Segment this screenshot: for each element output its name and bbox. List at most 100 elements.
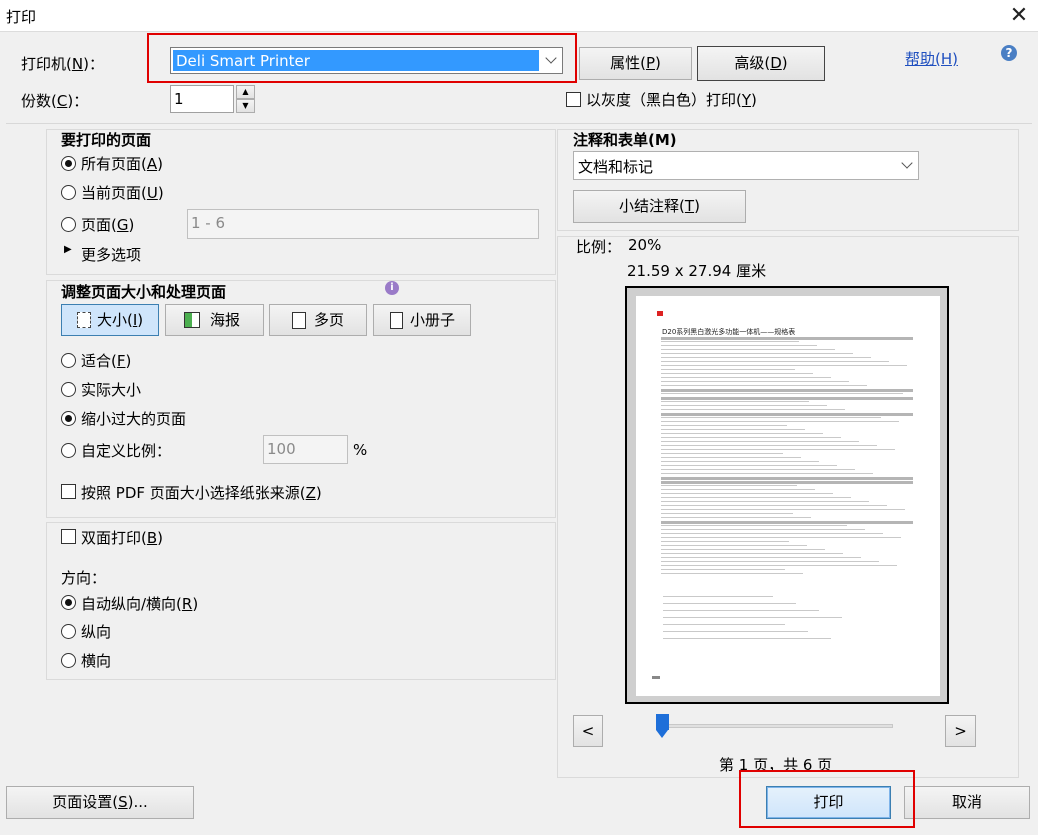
doc-table-line xyxy=(661,417,881,418)
divider xyxy=(6,123,1032,124)
size-page-icon xyxy=(77,312,91,328)
paper-source-checkbox[interactable] xyxy=(61,484,76,499)
page-range-label: 页面(G) xyxy=(81,216,135,234)
doc-table-line xyxy=(661,409,845,410)
page-range-input[interactable]: 1 - 6 xyxy=(187,209,539,239)
doc-table-line xyxy=(661,353,853,354)
doc-table-line xyxy=(661,381,849,382)
title-bar: 打印 ✕ xyxy=(0,0,1038,32)
next-page-button[interactable]: > xyxy=(945,715,976,747)
page-slider-thumb[interactable] xyxy=(656,714,669,739)
doc-footnotes xyxy=(663,596,863,646)
grayscale-checkbox[interactable] xyxy=(566,92,581,107)
help-link[interactable]: 帮助(H) xyxy=(905,48,958,69)
tab-multiple-label: 多页 xyxy=(314,311,345,329)
doc-footnote-line xyxy=(663,603,796,604)
prev-page-button[interactable]: < xyxy=(573,715,603,747)
summarize-comments-button[interactable]: 小结注释(T) xyxy=(573,190,746,223)
copies-value: 1 xyxy=(174,90,184,108)
comments-heading: 注释和表单(M) xyxy=(573,131,677,149)
doc-footnote-line xyxy=(663,638,831,639)
doc-table-line xyxy=(661,513,793,514)
doc-table-line xyxy=(661,449,895,450)
duplex-checkbox[interactable] xyxy=(61,529,76,544)
doc-table-line xyxy=(661,369,795,370)
cancel-button[interactable]: 取消 xyxy=(904,786,1030,819)
page-setup-button[interactable]: 页面设置(S)... xyxy=(6,786,194,819)
doc-table-line xyxy=(661,357,871,358)
doc-table-line xyxy=(661,557,861,558)
tab-booklet[interactable]: 小册子 xyxy=(373,304,471,336)
copies-down-arrow-icon[interactable]: ▼ xyxy=(236,99,255,113)
doc-table-line xyxy=(661,525,847,526)
shrink-label: 缩小过大的页面 xyxy=(81,410,187,428)
paper-dimensions: 21.59 x 27.94 厘米 xyxy=(627,262,767,280)
doc-spec-table xyxy=(661,337,913,575)
doc-table-line xyxy=(661,565,897,566)
doc-table-line xyxy=(661,425,787,426)
paper-source-label: 按照 PDF 页面大小选择纸张来源(Z) xyxy=(81,484,322,502)
comments-select[interactable]: 文档和标记 xyxy=(573,151,919,180)
doc-table-line xyxy=(661,429,805,430)
doc-footnote-line xyxy=(663,631,808,632)
copies-input[interactable]: 1 xyxy=(170,85,234,113)
comments-value: 文档和标记 xyxy=(578,158,654,176)
doc-table-line xyxy=(661,529,865,530)
more-options-toggle[interactable]: 更多选项 xyxy=(81,244,141,265)
doc-table-line xyxy=(661,397,913,400)
tab-poster-label: 海报 xyxy=(210,311,241,329)
poster-icon xyxy=(184,312,200,328)
radio-auto-orientation[interactable] xyxy=(61,595,76,610)
orientation-heading: 方向： xyxy=(61,569,107,587)
radio-fit[interactable] xyxy=(61,353,76,368)
page-status: 第 1 页，共 6 页 xyxy=(719,756,833,774)
radio-shrink[interactable] xyxy=(61,411,76,426)
tab-multiple[interactable]: 多页 xyxy=(269,304,367,336)
radio-portrait[interactable] xyxy=(61,624,76,639)
doc-table-line xyxy=(661,537,901,538)
radio-landscape[interactable] xyxy=(61,653,76,668)
info-icon[interactable]: i xyxy=(385,281,399,295)
printer-select[interactable]: Deli Smart Printer xyxy=(170,47,563,74)
doc-table-line xyxy=(661,517,811,518)
expand-triangle-icon[interactable]: ▶ xyxy=(64,244,72,255)
doc-footnote-line xyxy=(663,624,785,625)
tab-size[interactable]: 大小(I) xyxy=(61,304,159,336)
doc-table-line xyxy=(661,413,913,416)
tab-poster[interactable]: 海报 xyxy=(165,304,264,336)
doc-table-line xyxy=(661,337,913,340)
doc-title: D20系列黑白激光多功能一体机——规格表 xyxy=(662,328,796,336)
printer-dropdown-chevron-icon[interactable] xyxy=(541,48,562,73)
radio-custom-scale[interactable] xyxy=(61,443,76,458)
doc-table-line xyxy=(661,533,883,534)
tab-size-label: 大小(I) xyxy=(97,311,144,329)
help-icon[interactable]: ? xyxy=(1001,45,1017,61)
radio-all-pages[interactable] xyxy=(61,156,76,171)
doc-table-line xyxy=(661,521,913,524)
doc-table-line xyxy=(661,469,855,470)
advanced-button[interactable]: 高级(D) xyxy=(697,46,825,81)
doc-table-line xyxy=(661,433,823,434)
copies-up-arrow-icon[interactable]: ▲ xyxy=(236,85,255,99)
doc-table-line xyxy=(661,453,783,454)
doc-table-line xyxy=(661,561,879,562)
radio-actual-size[interactable] xyxy=(61,382,76,397)
doc-table-line xyxy=(661,569,785,570)
close-icon[interactable]: ✕ xyxy=(1004,2,1034,30)
radio-current-page[interactable] xyxy=(61,185,76,200)
doc-table-line xyxy=(661,461,819,462)
print-button[interactable]: 打印 xyxy=(766,786,891,819)
doc-table-line xyxy=(661,553,843,554)
fit-label: 适合(F) xyxy=(81,352,132,370)
comments-dropdown-chevron-icon[interactable] xyxy=(897,152,918,179)
doc-table-line xyxy=(661,573,803,574)
page-range-value: 1 - 6 xyxy=(191,214,226,232)
booklet-icon xyxy=(390,312,403,329)
page-slider-track[interactable] xyxy=(662,724,893,728)
doc-page-number xyxy=(652,676,660,679)
doc-table-line xyxy=(661,493,833,494)
custom-scale-input[interactable]: 100 xyxy=(263,435,348,464)
properties-button[interactable]: 属性(P) xyxy=(579,47,692,80)
tab-booklet-label: 小册子 xyxy=(410,311,456,329)
radio-page-range[interactable] xyxy=(61,217,76,232)
